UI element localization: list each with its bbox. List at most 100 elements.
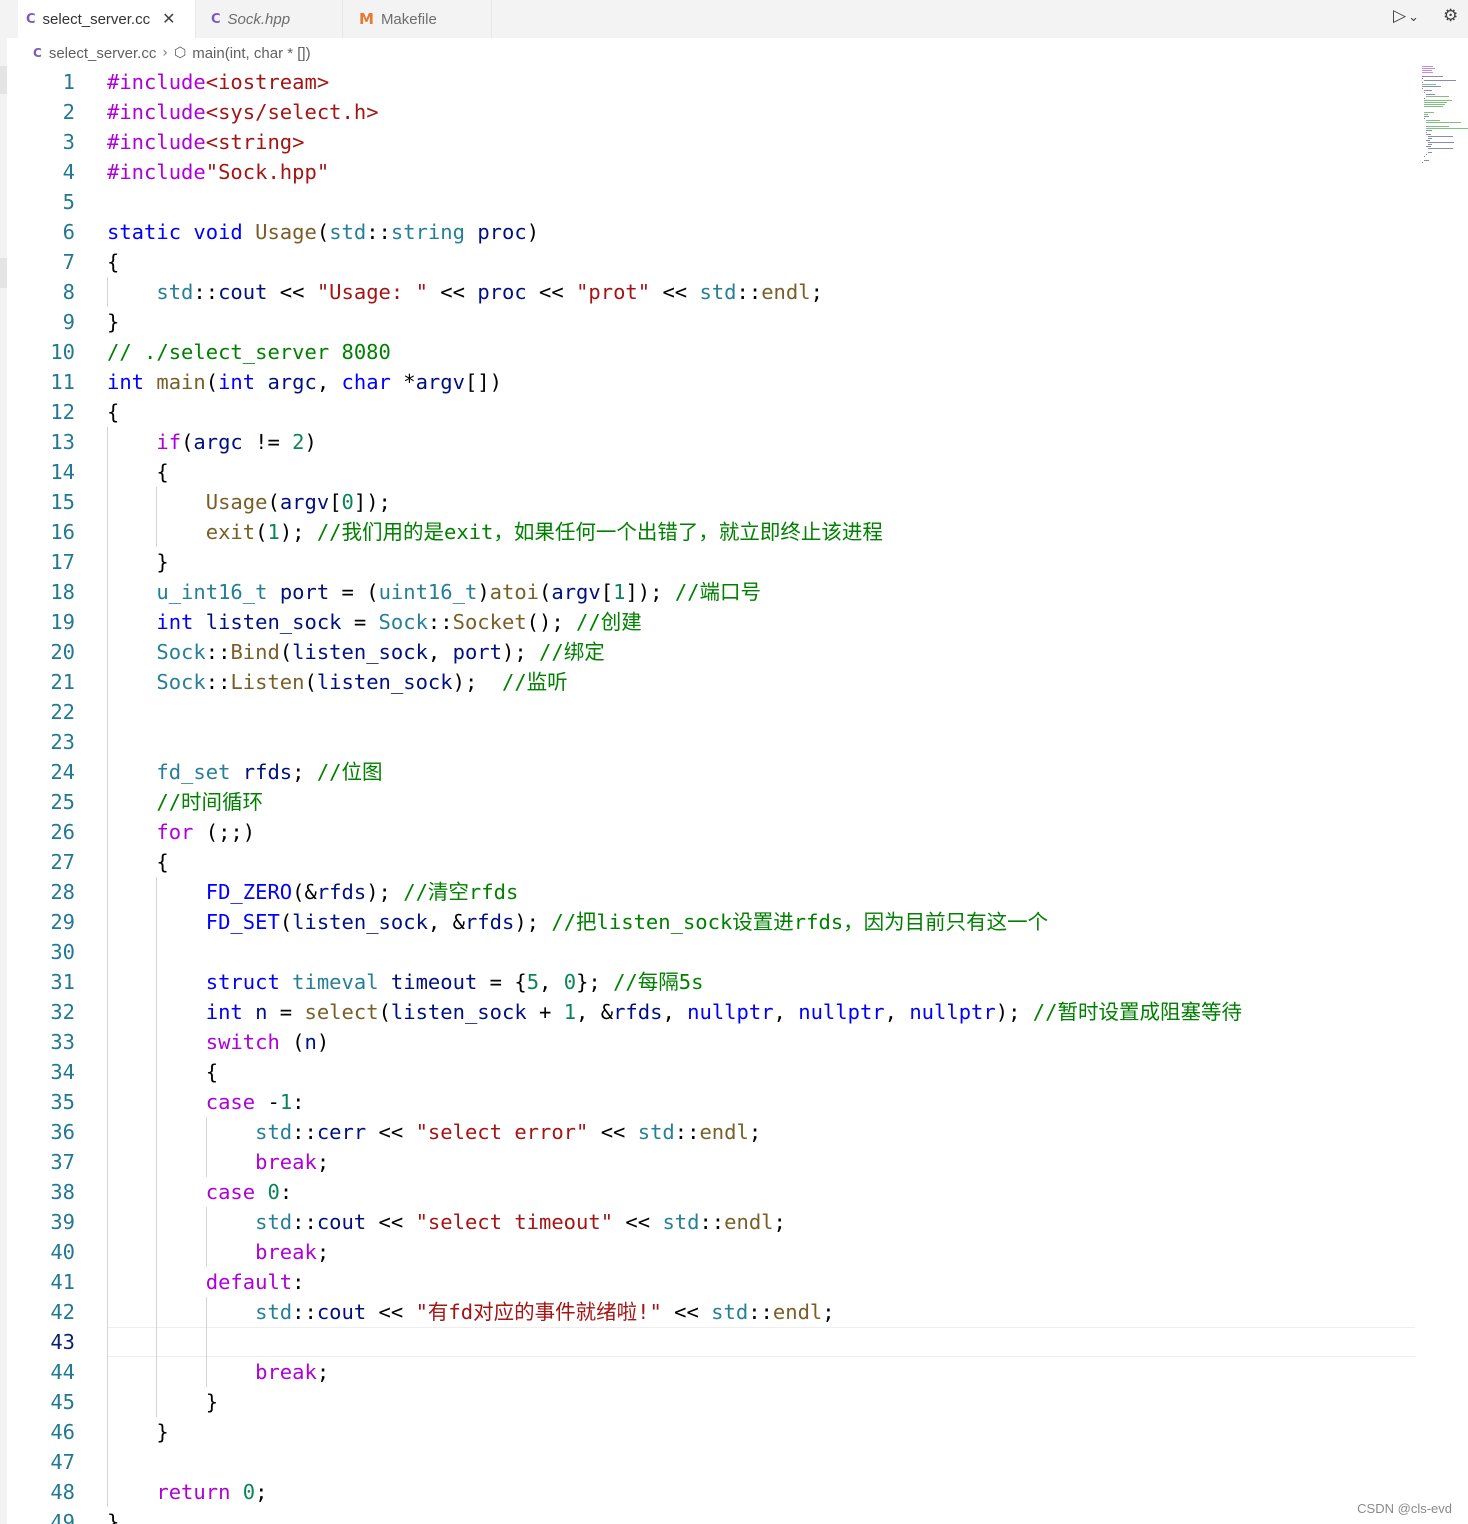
code-token: { xyxy=(107,1060,219,1084)
code-line[interactable]: 40 break; xyxy=(7,1237,1417,1267)
close-icon[interactable]: ✕ xyxy=(162,9,175,29)
code-token: listen_sock xyxy=(205,610,342,634)
code-editor[interactable]: 1 #include<iostream> 2 #include<sys/select.… xyxy=(7,67,1417,1524)
code-line[interactable]: 37 break; xyxy=(7,1147,1417,1177)
code-line[interactable]: 14 { xyxy=(7,457,1417,487)
code-token: proc xyxy=(477,280,527,304)
indent-guide xyxy=(205,1207,207,1267)
code-line[interactable]: 2 #include<sys/select.h> xyxy=(7,97,1417,127)
code-line[interactable]: 43 xyxy=(7,1327,1417,1357)
code-line[interactable]: 13 if(argc != 2) xyxy=(7,427,1417,457)
tab-makefile[interactable]: M Makefile xyxy=(343,0,491,38)
code-token: 0 xyxy=(242,1480,256,1504)
code-line[interactable]: 24 fd_set rfds; //位图 xyxy=(7,757,1417,787)
code-token: endl xyxy=(772,1300,823,1324)
breadcrumb-symbol[interactable]: main(int, char * []) xyxy=(192,45,310,62)
code-line[interactable]: 44 break; xyxy=(7,1357,1417,1387)
code-line[interactable]: 32 int n = select(listen_sock + 1, &rfds… xyxy=(7,997,1417,1027)
code-line[interactable]: 12 { xyxy=(7,397,1417,427)
makefile-icon: M xyxy=(359,10,374,28)
code-line[interactable]: 49} xyxy=(7,1507,1417,1524)
code-line[interactable]: 23 xyxy=(7,727,1417,757)
code-line[interactable]: 46 } xyxy=(7,1417,1417,1447)
code-line[interactable]: 36 std::cerr << "select error" << std::e… xyxy=(7,1117,1417,1147)
line-number: 1 xyxy=(62,70,75,94)
code-token: } xyxy=(107,1420,169,1444)
code-line[interactable]: 26 for (;;) xyxy=(7,817,1417,847)
line-number: 17 xyxy=(50,550,75,574)
code-token: Sock xyxy=(156,640,206,664)
code-token: int xyxy=(156,610,194,634)
code-line[interactable]: 18 u_int16_t port = (uint16_t)atoi(argv[… xyxy=(7,577,1417,607)
code-line[interactable]: 17 } xyxy=(7,547,1417,577)
tab-sock-hpp[interactable]: C Sock.hpp xyxy=(196,0,342,38)
code-text: { xyxy=(107,1057,218,1087)
code-text: { xyxy=(107,247,119,277)
code-line[interactable]: 8 std::cout << "Usage: " << proc << "pro… xyxy=(7,277,1417,307)
code-token: "Usage: " xyxy=(316,280,428,304)
run-debug-button[interactable]: ▷ ⌄ xyxy=(1393,6,1419,26)
code-token: << xyxy=(661,1300,712,1324)
settings-button[interactable]: ⚙ xyxy=(1443,6,1458,26)
code-line[interactable]: 48 return 0; xyxy=(7,1477,1417,1507)
code-token: []) xyxy=(464,370,502,394)
code-token: ( xyxy=(279,910,293,934)
code-line[interactable]: 28 FD_ZERO(&rfds); //清空rfds xyxy=(7,877,1417,907)
code-line[interactable]: 3 #include<string> xyxy=(7,127,1417,157)
code-token: std xyxy=(329,220,367,244)
minimap-line xyxy=(1424,90,1432,91)
code-line[interactable]: 7{ xyxy=(7,247,1417,277)
code-line[interactable]: 10 // ./select_server 8080 xyxy=(7,337,1417,367)
code-line[interactable]: 34 { xyxy=(7,1057,1417,1087)
code-text: break; xyxy=(107,1147,329,1177)
code-line[interactable]: 30 xyxy=(7,937,1417,967)
code-line[interactable]: 42 std::cout << "有fd对应的事件就绪啦!" << std::e… xyxy=(7,1297,1417,1327)
code-line[interactable]: 33 switch (n) xyxy=(7,1027,1417,1057)
code-token: return xyxy=(156,1480,231,1504)
code-line[interactable]: 35 case -1: xyxy=(7,1087,1417,1117)
code-line[interactable]: 41 default: xyxy=(7,1267,1417,1297)
line-number: 35 xyxy=(50,1090,75,1114)
code-line[interactable]: 27 { xyxy=(7,847,1417,877)
code-line[interactable]: 29 FD_SET(listen_sock, &rfds); //把listen… xyxy=(7,907,1417,937)
code-line[interactable]: 9} xyxy=(7,307,1417,337)
code-line[interactable]: 1 #include<iostream> xyxy=(7,67,1417,97)
code-token: ( xyxy=(205,370,219,394)
code-line[interactable]: 45 } xyxy=(7,1387,1417,1417)
code-token: :: xyxy=(736,280,762,304)
code-token: std xyxy=(255,1120,293,1144)
code-token: [ xyxy=(600,580,614,604)
code-token: static xyxy=(107,220,182,244)
code-token: , xyxy=(539,970,564,994)
code-token: }; xyxy=(576,970,614,994)
code-line[interactable]: 47 xyxy=(7,1447,1417,1477)
code-line[interactable]: 25 //时间循环 xyxy=(7,787,1417,817)
code-line[interactable]: 39 std::cout << "select timeout" << std:… xyxy=(7,1207,1417,1237)
code-token: cerr xyxy=(316,1120,367,1144)
code-line[interactable]: 20 Sock::Bind(listen_sock, port); //绑定 xyxy=(7,637,1417,667)
code-line[interactable]: 22 xyxy=(7,697,1417,727)
code-line[interactable]: 38 case 0: xyxy=(7,1177,1417,1207)
code-token: int xyxy=(205,1000,243,1024)
code-line[interactable]: 11 int main(int argc, char *argv[]) xyxy=(7,367,1417,397)
code-token: void xyxy=(193,220,243,244)
minimap[interactable] xyxy=(1422,66,1468,166)
code-line[interactable]: 21 Sock::Listen(listen_sock); //监听 xyxy=(7,667,1417,697)
code-token: switch xyxy=(205,1030,280,1054)
breadcrumb-file[interactable]: select_server.cc xyxy=(49,45,157,62)
code-token: argv xyxy=(279,490,330,514)
code-token: struct xyxy=(205,970,280,994)
activity-edge xyxy=(0,0,7,1524)
code-text: FD_ZERO(&rfds); //清空rfds xyxy=(107,877,519,907)
code-line[interactable]: 19 int listen_sock = Sock::Socket(); //创… xyxy=(7,607,1417,637)
code-line[interactable]: 31 struct timeval timeout = {5, 0}; //每隔… xyxy=(7,967,1417,997)
tab-select-server[interactable]: C select_server.cc ✕ xyxy=(18,0,195,38)
code-line[interactable]: 6 static void Usage(std::string proc) xyxy=(7,217,1417,247)
code-line[interactable]: 5 xyxy=(7,187,1417,217)
code-text: default: xyxy=(107,1267,305,1297)
code-line[interactable]: 15 Usage(argv[0]); xyxy=(7,487,1417,517)
code-token: (& xyxy=(292,880,317,904)
code-line[interactable]: 16 exit(1); //我们用的是exit，如果任何一个出错了，就立即终止该… xyxy=(7,517,1417,547)
code-line[interactable]: 4 #include"Sock.hpp" xyxy=(7,157,1417,187)
